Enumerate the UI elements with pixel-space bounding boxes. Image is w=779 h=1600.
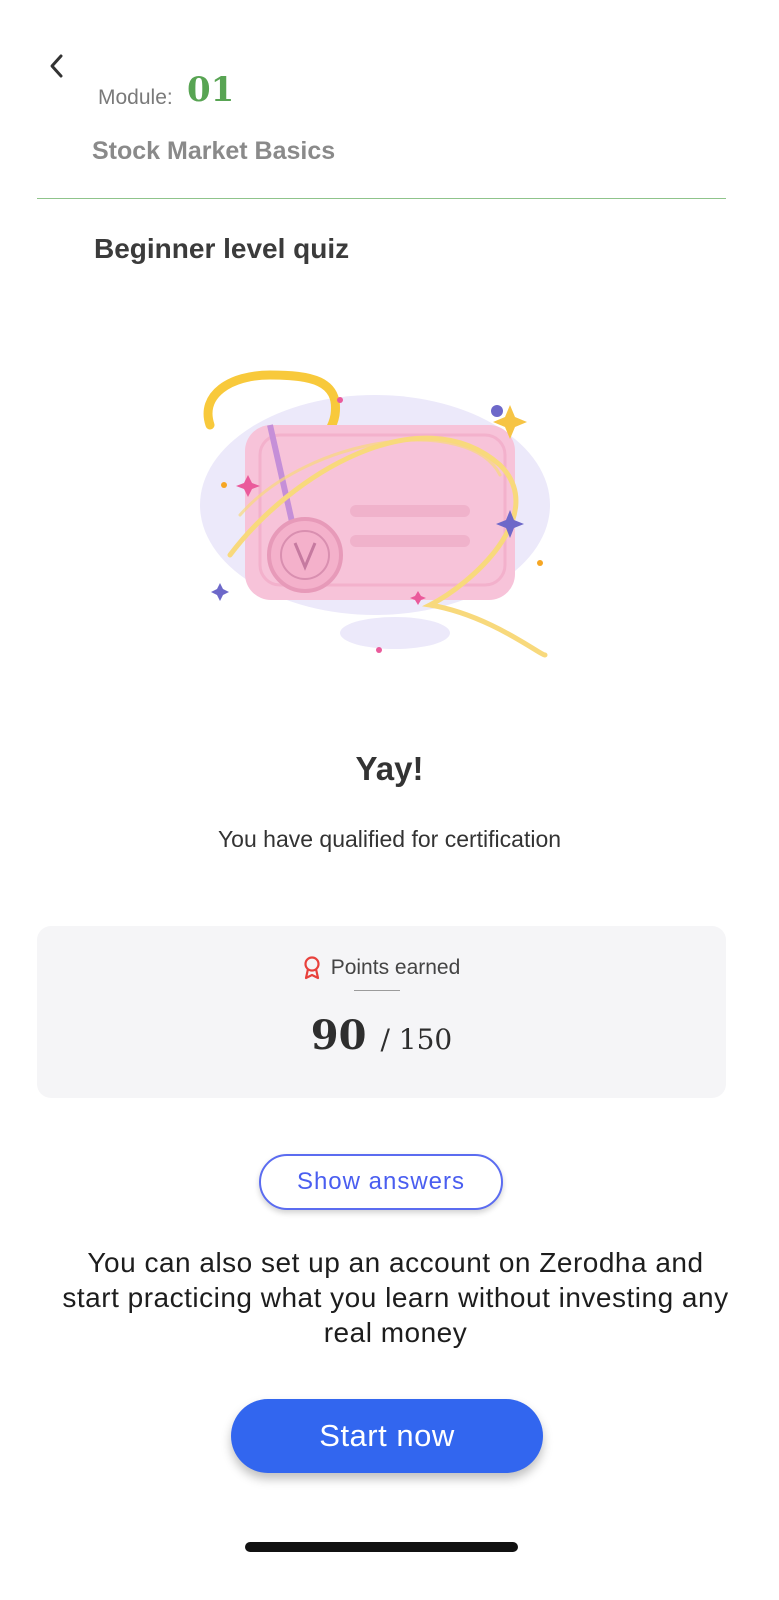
points-label: Points earned bbox=[330, 956, 461, 979]
quiz-title: Beginner level quiz bbox=[94, 233, 350, 264]
start-now-button[interactable]: Start now bbox=[231, 1399, 543, 1473]
module-label: Module: bbox=[98, 86, 173, 109]
module-number: 01 bbox=[187, 70, 235, 110]
score-total: / 150 bbox=[380, 1023, 453, 1056]
result-heading: Yay! bbox=[355, 750, 424, 787]
score-earned: 90 bbox=[310, 1012, 367, 1059]
show-answers-button[interactable]: Show answers bbox=[259, 1154, 503, 1210]
score: 90 / 150 bbox=[37, 1012, 726, 1059]
points-card: Points earned 90 / 150 bbox=[37, 926, 726, 1098]
award-ribbon-icon bbox=[304, 956, 320, 980]
points-label-row: Points earned bbox=[37, 956, 726, 980]
chevron-left-icon bbox=[50, 54, 63, 78]
back-button[interactable] bbox=[40, 48, 74, 84]
module-title: Stock Market Basics bbox=[92, 137, 336, 165]
home-indicator bbox=[245, 1542, 518, 1552]
points-underline bbox=[354, 990, 400, 991]
promo-text: You can also set up an account on Zerodh… bbox=[62, 1247, 729, 1348]
header-divider bbox=[37, 198, 726, 199]
result-message: You have qualified for certification bbox=[217, 826, 562, 852]
certificate-illustration bbox=[170, 355, 580, 675]
